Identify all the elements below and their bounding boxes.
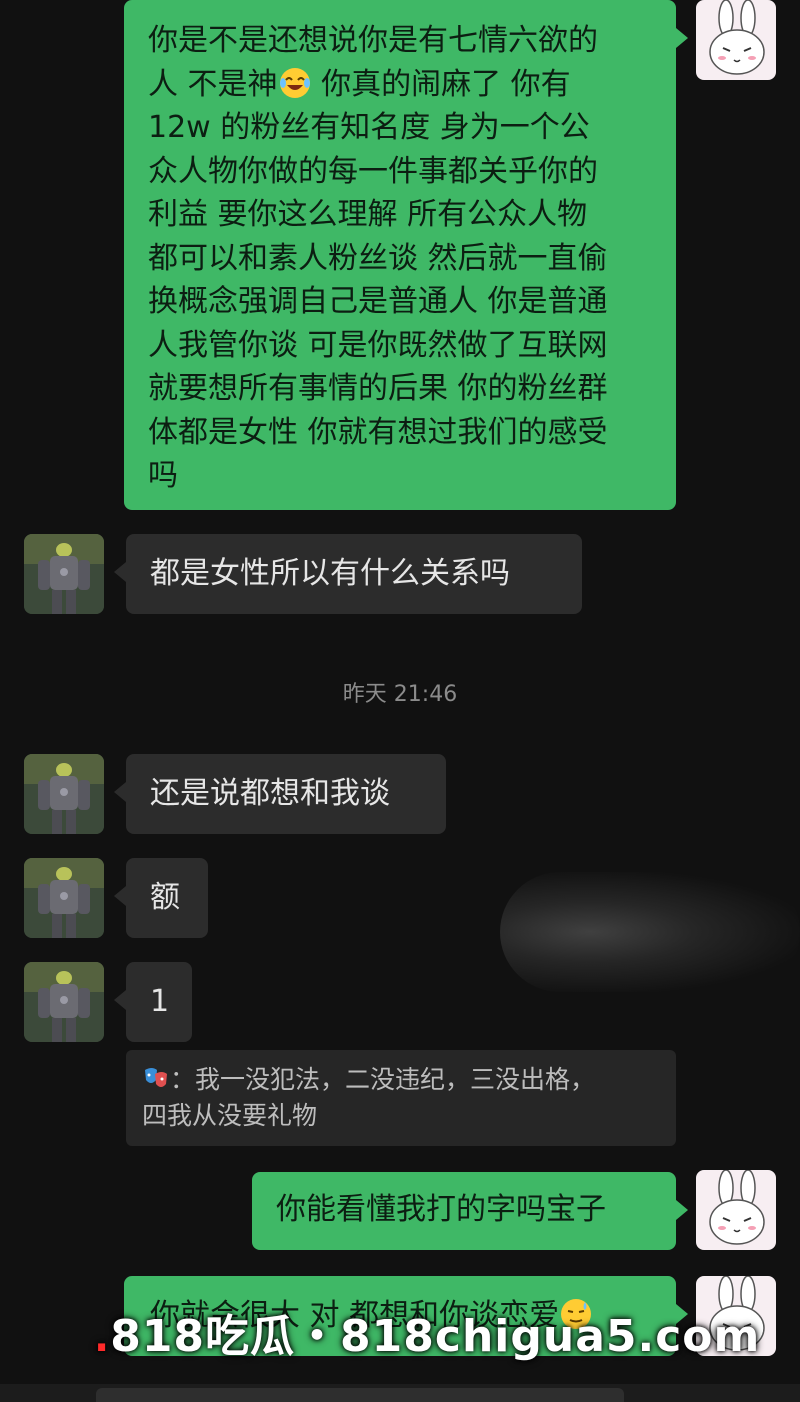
incoming-message-3[interactable]: 还是说都想和我谈	[114, 754, 446, 834]
contact-avatar[interactable]	[24, 754, 104, 834]
my-avatar[interactable]	[696, 1170, 776, 1250]
quote-line: ：我一没犯法，二没违纪，三没出格，	[142, 1062, 660, 1098]
message-line: 12w 的粉丝有知名度 身为一个公	[148, 110, 590, 145]
message-text: 还是说都想和我谈	[150, 776, 390, 811]
message-text: 你能看懂我打的字吗宝子	[276, 1192, 606, 1227]
outgoing-message-6[interactable]: 你能看懂我打的字吗宝子	[252, 1172, 688, 1250]
message-line: 你是不是还想说你是有七情六欲的	[148, 23, 598, 58]
message-text: 额	[150, 880, 180, 915]
quoted-message[interactable]: ：我一没犯法，二没违纪，三没出格， 四我从没要礼物	[126, 1050, 676, 1146]
blurred-region	[500, 872, 800, 992]
message-input[interactable]	[96, 1388, 624, 1402]
contact-avatar[interactable]	[24, 962, 104, 1042]
robot-avatar-icon	[24, 534, 104, 614]
my-avatar[interactable]	[696, 0, 776, 80]
message-text: 都是女性所以有什么关系吗	[150, 556, 510, 591]
incoming-message-4[interactable]: 额	[114, 858, 208, 938]
message-line: 换概念强调自己是普通人 你是普通	[148, 284, 608, 319]
incoming-message-2[interactable]: 都是女性所以有什么关系吗	[114, 534, 582, 614]
incoming-message-5[interactable]: 1	[114, 962, 192, 1042]
timestamp-divider: 昨天 21:46	[342, 682, 458, 707]
contact-avatar[interactable]	[24, 534, 104, 614]
bunny-avatar-icon	[709, 0, 765, 75]
robot-avatar-icon	[24, 962, 104, 1042]
contact-avatar[interactable]	[24, 858, 104, 938]
message-line: 众人物你做的每一件事都关乎你的	[148, 153, 598, 189]
robot-avatar-icon	[24, 858, 104, 938]
mask-sticker-icon	[142, 1065, 170, 1093]
input-bar	[0, 1384, 800, 1402]
quote-line: 四我从没要礼物	[142, 1101, 318, 1130]
outgoing-message-1[interactable]: 你是不是还想说你是有七情六欲的 人 不是神 你真的闹麻了 你有 12w 的粉丝有…	[124, 0, 688, 510]
message-line: 利益 要你这么理解 所有公众人物	[148, 197, 588, 232]
message-line: 人 不是神 你真的闹麻了 你有	[148, 66, 571, 102]
laugh-cry-emoji-icon	[278, 66, 312, 100]
message-line: 人我管你谈 可是你既然做了互联网	[148, 327, 608, 363]
bunny-avatar-icon	[709, 1170, 765, 1245]
message-line: 吗	[148, 458, 178, 493]
message-line: 都可以和素人粉丝谈 然后就一直偷	[148, 240, 608, 276]
message-line: 就要想所有事情的后果 你的粉丝群	[148, 371, 608, 406]
message-text: 1	[150, 984, 170, 1019]
message-line: 体都是女性 你就有想过我们的感受	[148, 414, 608, 450]
watermark: .818吃瓜・818chigua5.com	[94, 1311, 761, 1362]
robot-avatar-icon	[24, 754, 104, 834]
